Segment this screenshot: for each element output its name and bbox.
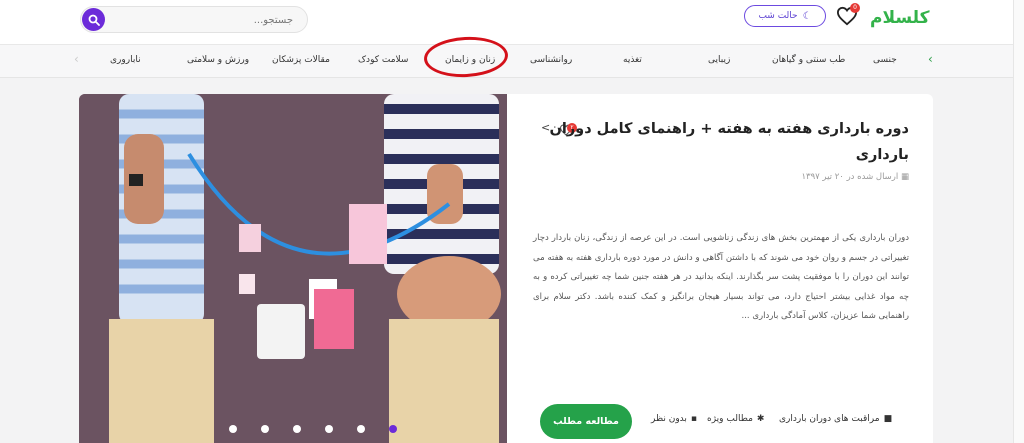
- read-article-button[interactable]: مطالعه مطلب: [540, 404, 632, 439]
- calendar-icon: ▦: [900, 172, 909, 182]
- article-excerpt: دوران بارداری یکی از مهمترین بخش های زند…: [533, 233, 909, 321]
- favorites-button[interactable]: 0: [836, 3, 860, 26]
- gear-icon: ✱: [756, 414, 765, 424]
- nav-item-doctors-articles[interactable]: مقالات پزشکان: [272, 55, 330, 65]
- article-photo[interactable]: [79, 94, 507, 443]
- logo-text: کلسلام: [870, 8, 930, 28]
- article-date-text: ارسال شده در ۲۰ تیر ۱۳۹۷: [801, 172, 899, 182]
- featured-article-card: < ۲ دوره بارداری هفته به هفته + راهنمای …: [79, 94, 933, 443]
- pregnancy-photo-illustration: [79, 94, 507, 443]
- page-scrollbar[interactable]: [1013, 0, 1024, 443]
- site-logo[interactable]: کلسلام: [870, 6, 932, 32]
- nav-item-beauty[interactable]: زیبایی: [708, 55, 730, 65]
- comments-label: بدون نظر: [651, 414, 687, 424]
- slider-dot[interactable]: [357, 425, 365, 433]
- comment-icon: ▪: [690, 414, 698, 424]
- nav-item-sports-and-health[interactable]: ورزش و سلامتی: [187, 55, 249, 65]
- search-icon: [88, 14, 100, 26]
- special-posts-tag[interactable]: ✱ مطالب ویژه: [707, 414, 764, 424]
- slider-dot[interactable]: [261, 425, 269, 433]
- nav-prev-arrow-icon[interactable]: ‹: [74, 52, 79, 66]
- top-header: کلسلام 0 حالت شب ☾: [0, 0, 1024, 44]
- nav-item-sexual[interactable]: جنسی: [873, 55, 897, 65]
- article-title[interactable]: دوره بارداری هفته به هفته + راهنمای کامل…: [537, 116, 909, 168]
- search-box: [80, 6, 308, 33]
- night-mode-label: حالت شب: [758, 11, 798, 21]
- article-category-label: مراقبت های دوران بارداری: [779, 414, 880, 424]
- nav-item-infertility[interactable]: ناباروری: [110, 55, 141, 65]
- search-input[interactable]: [111, 11, 295, 30]
- night-mode-button[interactable]: حالت شب ☾: [744, 5, 826, 27]
- article-date: ▦ ارسال شده در ۲۰ تیر ۱۳۹۷: [639, 172, 909, 182]
- nav-item-psychology[interactable]: روانشناسی: [530, 55, 572, 65]
- folder-icon: ■: [883, 414, 893, 424]
- moon-icon: ☾: [802, 10, 812, 22]
- nav-item-nutrition[interactable]: تغذیه: [623, 55, 642, 65]
- comments-count[interactable]: ▪ بدون نظر: [651, 414, 697, 424]
- special-posts-label: مطالب ویژه: [707, 414, 753, 424]
- article-category[interactable]: ■ مراقبت های دوران بارداری: [779, 414, 892, 424]
- search-button[interactable]: [82, 8, 105, 31]
- slider-dot[interactable]: [229, 425, 237, 433]
- slider-dot[interactable]: [325, 425, 333, 433]
- slider-dot-active[interactable]: [389, 425, 397, 433]
- favorites-count-badge: 0: [850, 3, 860, 13]
- nav-item-traditional-medicine[interactable]: طب سنتی و گیاهان: [772, 55, 845, 65]
- nav-next-arrow-icon[interactable]: ‹: [928, 52, 933, 66]
- slider-dots: [229, 425, 397, 433]
- nav-item-child-health[interactable]: سلامت کودک: [358, 55, 408, 65]
- slider-dot[interactable]: [293, 425, 301, 433]
